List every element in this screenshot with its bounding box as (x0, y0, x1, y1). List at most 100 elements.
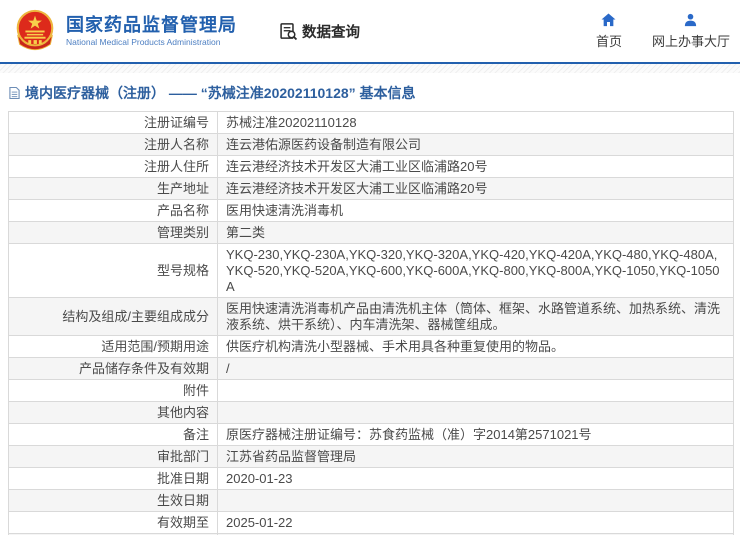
row-label-text: 批准日期 (156, 470, 209, 486)
row-value-text: 原医疗器械注册证编号：苏食药监械（准）字2014第2571021号 (226, 426, 592, 442)
row-value: 苏械注准20202110128 (217, 112, 733, 133)
row-label-text: 生产地址 (156, 180, 209, 196)
row-value (217, 490, 733, 511)
row-value: 第二类 (217, 222, 733, 243)
row-value: YKQ-230,YKQ-230A,YKQ-320,YKQ-320A,YKQ-42… (217, 244, 733, 297)
document-search-icon (280, 22, 298, 40)
row-value-text: 2020-01-23 (226, 470, 293, 486)
row-value-text: 连云港经济技术开发区大浦工业区临浦路20号 (226, 158, 488, 174)
row-value: 医用快速清洗消毒机 (217, 200, 733, 221)
row-label-text: 注册人名称 (143, 136, 209, 152)
row-value: 医用快速清洗消毒机产品由清洗机主体（筒体、框架、水路管道系统、加热系统、清洗液系… (217, 298, 733, 335)
table-row: 有效期至 2025-01-22 (9, 512, 733, 534)
table-row: 管理类别 第二类 (9, 222, 733, 244)
row-label-text: 结构及组成/主要组成成分 (62, 308, 209, 324)
row-value-text: 2025-01-22 (226, 514, 293, 530)
row-label: 型号规格 (9, 244, 217, 297)
table-row: 注册人住所 连云港经济技术开发区大浦工业区临浦路20号 (9, 156, 733, 178)
nav-item-label: 首页 (595, 33, 622, 49)
table-row: 结构及组成/主要组成成分 医用快速清洗消毒机产品由清洗机主体（筒体、框架、水路管… (9, 298, 733, 336)
nav-item-service-hall[interactable]: 网上办事大厅 (652, 13, 730, 50)
row-label-text: 有效期至 (156, 514, 209, 530)
table-row: 注册人名称 连云港佑源医药设备制造有限公司 (9, 134, 733, 156)
table-row: 生效日期 (9, 490, 733, 512)
row-label: 审批部门 (9, 446, 217, 467)
row-label: 产品储存条件及有效期 (9, 358, 217, 379)
row-label-text: 适用范围/预期用途 (101, 338, 209, 354)
row-value (217, 402, 733, 423)
table-row: 备注 原医疗器械注册证编号：苏食药监械（准）字2014第2571021号 (9, 424, 733, 446)
info-table: 注册证编号 苏械注准20202110128 注册人名称 连云港佑源医药设备制造有… (8, 111, 734, 535)
row-value-text: 医用快速清洗消毒机 (226, 202, 344, 218)
row-label-text: 产品储存条件及有效期 (78, 360, 209, 376)
page-title-bar: 境内医疗器械（注册） —— “苏械注准20202110128” 基本信息 (0, 73, 740, 111)
row-value-text: 连云港经济技术开发区大浦工业区临浦路20号 (226, 180, 488, 196)
nav-item-home[interactable]: 首页 (595, 12, 622, 50)
top-nav: 首页 网上办事大厅 (595, 12, 740, 50)
agency-name-cn: 国家药品监督管理局 (66, 15, 237, 35)
row-label-text: 管理类别 (156, 224, 209, 240)
row-label: 附件 (9, 380, 217, 401)
row-value-text: 医用快速清洗消毒机产品由清洗机主体（筒体、框架、水路管道系统、加热系统、清洗液系… (226, 300, 721, 332)
table-row: 注册证编号 苏械注准20202110128 (9, 112, 733, 134)
row-label: 适用范围/预期用途 (9, 336, 217, 357)
agency-logo: 国家药品监督管理局 National Medical Products Admi… (12, 7, 237, 55)
agency-name: 国家药品监督管理局 National Medical Products Admi… (66, 15, 237, 47)
page-title: 境内医疗器械（注册） —— “苏械注准20202110128” 基本信息 (25, 85, 416, 101)
row-value: 连云港经济技术开发区大浦工业区临浦路20号 (217, 156, 733, 177)
row-label-text: 生效日期 (156, 492, 209, 508)
row-label-text: 产品名称 (156, 202, 209, 218)
row-label: 其他内容 (9, 402, 217, 423)
row-value-text: 第二类 (226, 224, 266, 240)
row-value-text: / (226, 360, 230, 376)
row-label: 结构及组成/主要组成成分 (9, 298, 217, 335)
row-value-text: 江苏省药品监督管理局 (226, 448, 357, 464)
row-label: 管理类别 (9, 222, 217, 243)
row-label-text: 附件 (182, 382, 209, 398)
agency-name-en: National Medical Products Administration (66, 37, 221, 47)
row-label: 有效期至 (9, 512, 217, 533)
nav-item-label: 网上办事大厅 (651, 33, 730, 49)
site-header: 国家药品监督管理局 National Medical Products Admi… (0, 0, 740, 62)
row-label-text: 其他内容 (156, 404, 209, 420)
row-value: 2025-01-22 (217, 512, 733, 533)
table-row: 型号规格 YKQ-230,YKQ-230A,YKQ-320,YKQ-320A,Y… (9, 244, 733, 298)
row-label: 注册证编号 (9, 112, 217, 133)
table-row: 产品储存条件及有效期 / (9, 358, 733, 380)
row-label-text: 审批部门 (156, 448, 209, 464)
row-label: 备注 (9, 424, 217, 445)
table-row: 其他内容 (9, 402, 733, 424)
row-label: 产品名称 (9, 200, 217, 221)
row-value-text: 供医疗机构清洗小型器械、手术用具各种重复使用的物品。 (226, 338, 565, 354)
row-value (217, 380, 733, 401)
row-value: 原医疗器械注册证编号：苏食药监械（准）字2014第2571021号 (217, 424, 733, 445)
row-label-text: 型号规格 (156, 262, 209, 278)
row-label: 注册人住所 (9, 156, 217, 177)
row-value: 连云港佑源医药设备制造有限公司 (217, 134, 733, 155)
row-value-text: 苏械注准20202110128 (226, 114, 357, 130)
document-icon (9, 86, 20, 100)
row-label: 生产地址 (9, 178, 217, 199)
table-row: 生产地址 连云港经济技术开发区大浦工业区临浦路20号 (9, 178, 733, 200)
data-query-label: 数据查询 (302, 24, 360, 41)
table-row: 审批部门 江苏省药品监督管理局 (9, 446, 733, 468)
row-label-text: 注册人住所 (143, 158, 209, 174)
row-value: 2020-01-23 (217, 468, 733, 489)
row-value-text: YKQ-230,YKQ-230A,YKQ-320,YKQ-320A,YKQ-42… (226, 246, 720, 294)
table-row: 批准日期 2020-01-23 (9, 468, 733, 490)
data-query-tab[interactable]: 数据查询 (279, 21, 360, 42)
decorative-band (0, 64, 740, 73)
row-label-text: 注册证编号 (143, 114, 209, 130)
national-emblem-icon (16, 9, 54, 51)
table-row: 产品名称 医用快速清洗消毒机 (9, 200, 733, 222)
row-value: 供医疗机构清洗小型器械、手术用具各种重复使用的物品。 (217, 336, 733, 357)
row-value: 江苏省药品监督管理局 (217, 446, 733, 467)
person-icon (685, 13, 697, 26)
row-value: / (217, 358, 733, 379)
row-label-text: 备注 (182, 426, 209, 442)
row-label: 批准日期 (9, 468, 217, 489)
home-icon (601, 12, 616, 26)
table-row: 附件 (9, 380, 733, 402)
row-label: 注册人名称 (9, 134, 217, 155)
table-row: 适用范围/预期用途 供医疗机构清洗小型器械、手术用具各种重复使用的物品。 (9, 336, 733, 358)
